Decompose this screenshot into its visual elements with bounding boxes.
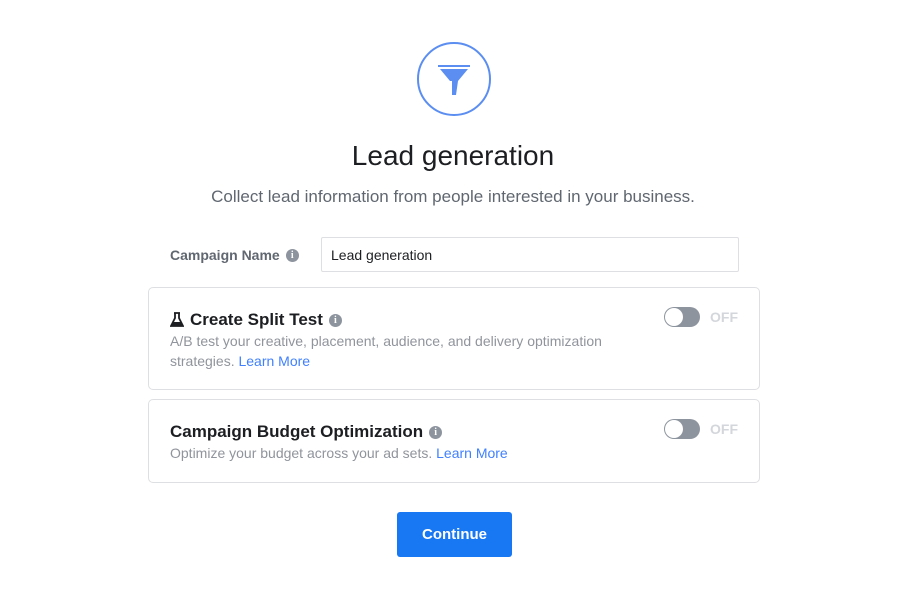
funnel-icon [438,65,470,95]
budget-optimization-toggle-state: OFF [710,421,738,437]
page-title: Lead generation [351,140,555,171]
budget-optimization-description: Optimize your budget across your ad sets… [170,443,508,463]
split-test-learn-more-link[interactable]: Learn More [238,353,310,369]
budget-optimization-title: Campaign Budget Optimization i [170,422,443,442]
funnel-icon-circle [417,42,491,116]
budget-optimization-learn-more-link[interactable]: Learn More [436,445,508,461]
campaign-name-input[interactable] [321,237,739,272]
info-icon[interactable]: i [328,313,342,327]
continue-button[interactable]: Continue [397,512,512,557]
split-test-title: Create Split Test i [170,310,342,330]
split-test-toggle-group: OFF [664,307,738,327]
split-test-description-text: A/B test your creative, placement, audie… [170,333,602,369]
campaign-name-label-text: Campaign Name [170,247,280,263]
split-test-card: Create Split Test i A/B test your creati… [148,287,760,390]
toggle-knob [665,308,683,326]
split-test-description: A/B test your creative, placement, audie… [170,331,650,371]
info-icon[interactable]: i [429,425,443,439]
budget-optimization-toggle-group: OFF [664,419,738,439]
budget-optimization-card: Campaign Budget Optimization i Optimize … [148,399,760,483]
split-test-title-text: Create Split Test [190,310,323,329]
budget-optimization-title-text: Campaign Budget Optimization [170,422,424,441]
flask-icon [170,312,184,327]
budget-optimization-description-text: Optimize your budget across your ad sets… [170,445,433,461]
page-subtitle: Collect lead information from people int… [211,187,695,206]
campaign-name-label: Campaign Name i [170,247,299,263]
toggle-knob [665,420,683,438]
info-icon[interactable]: i [285,248,299,262]
split-test-toggle[interactable] [664,307,700,327]
split-test-toggle-state: OFF [710,309,738,325]
budget-optimization-toggle[interactable] [664,419,700,439]
